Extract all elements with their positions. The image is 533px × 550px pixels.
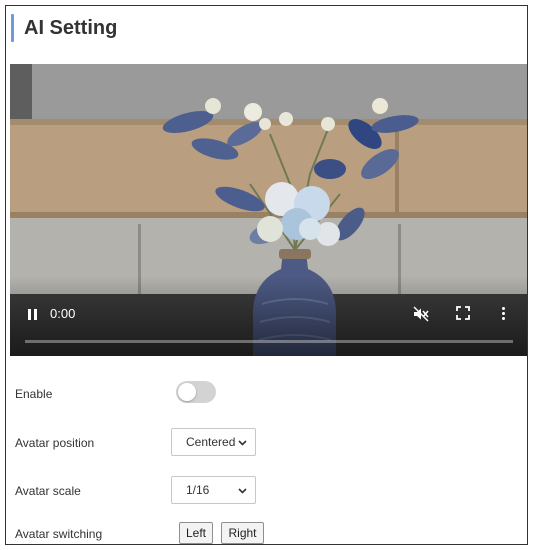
title-accent-bar [11, 14, 14, 42]
chevron-down-icon [238, 488, 247, 494]
avatar-switching-label: Avatar switching [15, 527, 103, 541]
avatar-scale-value: 1/16 [186, 483, 210, 497]
avatar-position-value: Centered [186, 435, 236, 449]
more-options-button[interactable] [500, 305, 506, 323]
volume-muted-icon [413, 306, 429, 322]
fullscreen-button[interactable] [456, 306, 470, 320]
chevron-down-icon [238, 440, 247, 446]
mute-button[interactable] [412, 305, 430, 323]
video-progress-bar[interactable] [25, 340, 513, 343]
video-player[interactable]: 0:00 [10, 64, 527, 356]
enable-toggle[interactable] [176, 381, 216, 403]
pause-button[interactable] [26, 307, 40, 323]
page-title: AI Setting [24, 16, 118, 39]
video-controls-backdrop [10, 276, 527, 356]
page-header: AI Setting [11, 13, 117, 43]
avatar-switch-left-button[interactable]: Left [179, 522, 213, 544]
avatar-position-select[interactable]: Centered [171, 428, 256, 456]
toggle-knob [178, 383, 196, 401]
avatar-scale-label: Avatar scale [15, 484, 81, 498]
avatar-position-label: Avatar position [15, 436, 95, 450]
enable-label: Enable [15, 387, 53, 401]
video-current-time: 0:00 [50, 306, 76, 321]
avatar-scale-select[interactable]: 1/16 [171, 476, 256, 504]
avatar-switch-right-button[interactable]: Right [221, 522, 264, 544]
fullscreen-icon [456, 306, 470, 320]
